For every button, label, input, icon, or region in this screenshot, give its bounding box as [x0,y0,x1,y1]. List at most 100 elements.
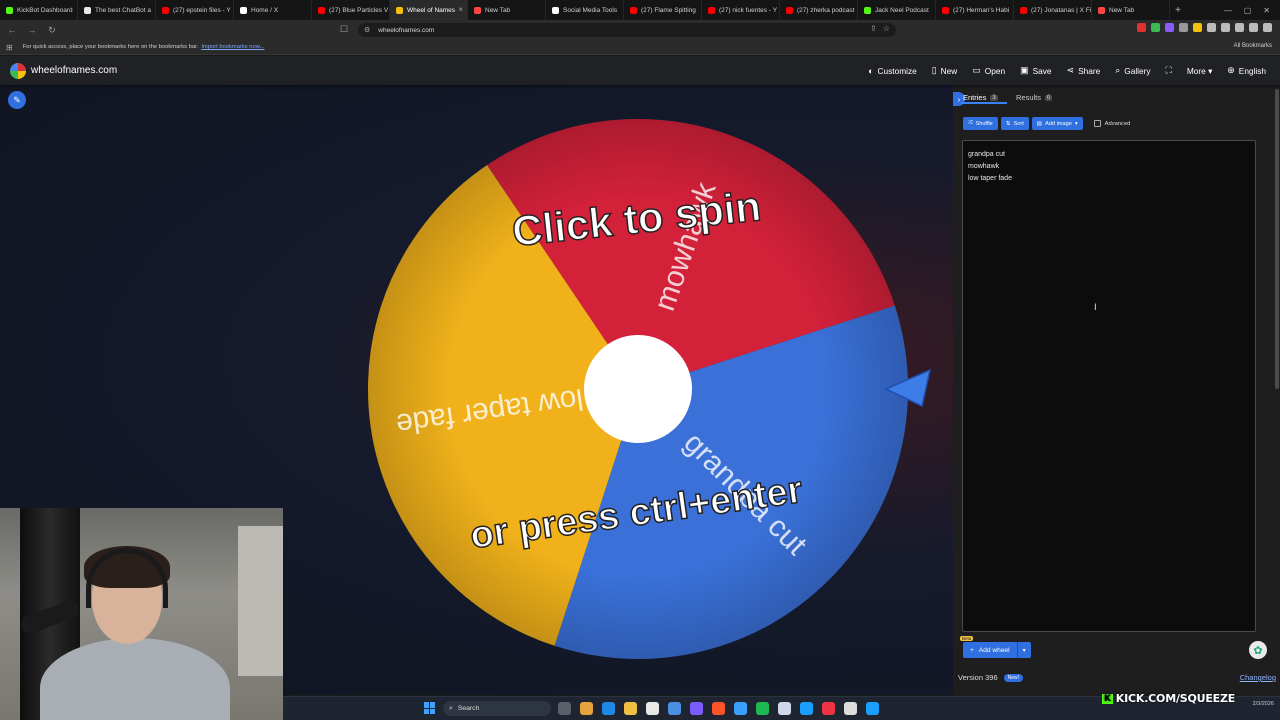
star-icon[interactable]: ☆ [883,24,890,33]
discord-icon[interactable] [690,702,703,715]
extension-icon[interactable] [1193,23,1202,32]
site-title[interactable]: wheelofnames.com [31,65,117,76]
header-menu-label: Save [1032,65,1052,76]
reload-icon[interactable]: ↻ [44,22,60,38]
add-wheel-dropdown[interactable]: ▾ [1016,642,1031,658]
brave-icon[interactable] [712,702,725,715]
browser-tab[interactable]: (27) Jonatanas | X Fi [1014,0,1092,20]
english-button[interactable]: ⊕ English [1227,65,1266,76]
version-text: Version 396 [958,673,998,682]
steam-icon[interactable] [866,702,879,715]
fullscreen-button[interactable]: ⛶ [1166,65,1172,76]
app-icon[interactable] [844,702,857,715]
tab-title: New Tab [485,6,511,14]
save-icon: ▣ [1020,65,1029,75]
windows-start-icon[interactable] [424,702,436,714]
folder-icon[interactable] [624,702,637,715]
forward-icon[interactable]: → [24,22,40,38]
close-tab-icon[interactable]: × [458,5,463,14]
apps-grid-icon[interactable]: ⊞ [6,43,13,52]
maximize-icon[interactable]: ▢ [1244,6,1252,15]
browser-tab[interactable]: (27) Blue Particles V [312,0,390,20]
all-bookmarks-button[interactable]: All Bookmarks [1234,43,1272,49]
menu-icon[interactable] [1263,23,1272,32]
tab-entries[interactable]: Entries 3 [963,93,998,102]
import-bookmarks-link[interactable]: Import bookmarks now... [201,44,264,50]
puzzle-icon[interactable] [1207,23,1216,32]
version-row: Version 396 New! [958,673,1024,682]
save-button[interactable]: ▣ Save [1020,65,1051,76]
webcam-background [238,526,283,676]
browser-tab[interactable]: New Tab [468,0,546,20]
browser-tab[interactable]: (27) Herman's Habi [936,0,1014,20]
tab-results-label: Results [1016,93,1042,102]
profile-icon[interactable] [1249,23,1258,32]
share-icon: ⋖ [1066,65,1075,75]
minimize-icon[interactable]: — [1224,6,1232,15]
back-icon[interactable]: ← [4,22,20,38]
app-icon[interactable] [668,702,681,715]
spotify-icon[interactable] [756,702,769,715]
address-bar[interactable]: ⚙ wheelofnames.com ⇪ ☆ [358,23,896,37]
sidebar-icon[interactable] [1235,23,1244,32]
extension-icon[interactable] [1137,23,1146,32]
bookmark-icon[interactable]: ☐ [340,24,348,35]
sort-button[interactable]: ⇅ Sort [1000,117,1029,130]
app-icon[interactable] [778,702,791,715]
new-button[interactable]: ▯ New [932,65,958,76]
browser-tab[interactable]: Home / X [234,0,312,20]
share-page-icon[interactable]: ⇪ [870,24,877,33]
store-icon[interactable] [646,702,659,715]
tab-favicon-icon [786,6,793,14]
add-wheel-button[interactable]: + Add wheel [963,642,1017,658]
more-button[interactable]: More ▾ [1187,66,1212,76]
file-explorer-icon[interactable] [580,702,593,715]
open-button[interactable]: ▭ Open [972,65,1005,76]
task-view-icon[interactable] [558,702,571,715]
taskbar-search[interactable]: ⌕ Search [443,701,551,716]
site-logo-icon[interactable] [10,62,26,79]
add-wheel-label: Add wheel [978,646,1010,654]
download-icon[interactable] [1221,23,1230,32]
extension-icon[interactable] [1165,23,1174,32]
browser-tab[interactable]: The best ChatBot a [78,0,156,20]
browser-tab[interactable]: New Tab [1092,0,1170,20]
browser-tab[interactable]: Social Media Tools [546,0,624,20]
changelog-link[interactable]: Changelog [1240,673,1276,682]
advanced-checkbox[interactable] [1093,120,1101,127]
tab-favicon-icon [318,6,325,14]
browser-tab[interactable]: (27) epstein files - Y [156,0,234,20]
browser-tab[interactable]: Jack Neel Podcast [858,0,936,20]
tab-favicon-icon [630,6,637,14]
browser-tab[interactable]: Wheel of Names × [390,0,468,20]
edge-icon[interactable] [602,702,615,715]
edit-wheel-icon[interactable]: ✎ [8,91,26,109]
entries-textarea[interactable]: grandpa cut mowhawk low taper fade Ⅰ [962,140,1256,632]
close-icon[interactable]: ✕ [1263,6,1270,15]
search-icon: ⌕ [1115,65,1121,75]
app-icon[interactable] [800,702,813,715]
advanced-toggle[interactable]: Advanced [1093,120,1130,127]
shuffle-icon: ⤮ [968,120,973,126]
header-menu: ◐ Customize ▯ New ▭ Open ▣ Save ⋖ Share ⌕ Gallery ⛶ M… [868,56,1266,85]
new-tab-icon[interactable]: + [1170,0,1186,20]
add-image-label: Add image [1045,120,1072,127]
share-button[interactable]: ⋖ Share [1067,65,1101,76]
extension-icon[interactable] [1151,23,1160,32]
app-icon[interactable] [734,702,747,715]
extension-icon[interactable] [1179,23,1188,32]
browser-tab[interactable]: (27) zherka podcast [780,0,858,20]
customize-button[interactable]: ◐ Customize [868,66,917,76]
gallery-button[interactable]: ⌕ Gallery [1115,65,1150,76]
app-icon[interactable] [822,702,835,715]
browser-tab[interactable]: (27) nick fuentes - Y [702,0,780,20]
shuffle-button[interactable]: ⤮ Shuffle [963,117,998,130]
page-scrollbar[interactable] [1275,89,1279,389]
browser-tab[interactable]: KickBot Dashboard [0,0,78,20]
chatgpt-assistant-icon[interactable]: ✿ [1249,641,1267,659]
site-info-icon[interactable]: ⚙ [364,26,370,34]
wheel-center-hub[interactable] [584,335,692,443]
browser-tab[interactable]: (27) Flame Spitting [624,0,702,20]
tab-results[interactable]: Results 0 [1016,93,1053,102]
add-image-button[interactable]: ▨ Add image ▾ [1031,117,1083,130]
